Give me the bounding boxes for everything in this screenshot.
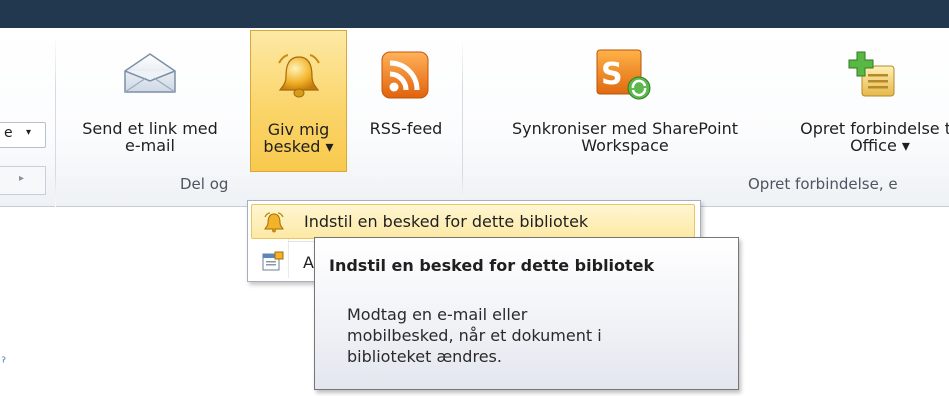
rss-feed-button[interactable]: RSS-feed [358,28,454,170]
tooltip: Indstil en besked for dette bibliotek Mo… [314,237,739,390]
menu-item-set-alert-library-label: Indstil en besked for dette bibliotek [304,212,589,231]
partial-dropdown-text: e [4,125,13,141]
top-navigation-bar [0,0,949,28]
tooltip-body: Modtag en e-mail eller mobilbesked, når … [347,304,717,367]
rss-label-line1: RSS-feed [369,119,443,138]
rss-label: RSS-feed [358,120,454,137]
connect-office-label-line1: Opret forbindelse til [800,119,949,138]
sync-label-line2: Workspace [581,136,669,155]
manage-alerts-icon [262,251,284,271]
sync-label-line1: Synkroniser med SharePoint [511,119,739,138]
partial-dropdown[interactable]: e ▾ [0,122,46,148]
sharepoint-workspace-icon: S [596,49,651,100]
svg-text:S: S [601,57,623,92]
send-link-label: Send et link med e-mail [60,120,240,154]
connect-office-label: Opret forbindelse til Office ▾ [782,120,949,154]
rss-icon [381,51,429,99]
send-link-label-line1: Send et link med [82,119,218,138]
bell-icon [264,212,284,233]
partial-ribbon-button[interactable]: ▸ [0,166,46,195]
send-link-email-button[interactable]: Send et link med e-mail [60,28,240,170]
connect-to-office-button[interactable]: Opret forbindelse til Office ▾ [778,28,949,170]
tooltip-title: Indstil en besked for dette bibliotek [329,256,655,275]
alert-me-label: Giv mig besked ▾ [251,121,346,155]
connect-office-icon [848,51,895,97]
alert-me-label-line2: besked ▾ [263,137,334,156]
arrow-right-icon: ▸ [19,173,25,184]
chevron-down-icon: ▾ [26,127,32,138]
connect-office-label-line2: Office ▾ [850,136,910,155]
tooltip-body-line3: biblioteket ændres. [347,347,502,366]
menu-item-set-alert-library[interactable]: Indstil en besked for dette bibliotek [251,204,695,239]
send-link-label-line2: e-mail [125,136,175,155]
sync-label: Synkroniser med SharePoint Workspace [472,120,778,154]
sync-sharepoint-workspace-button[interactable]: S Synkroniser med SharePoint Workspace [472,28,778,170]
menu-item-manage-alerts-label: A [303,253,314,272]
tooltip-body-line2: mobilbesked, når et dokument i [347,326,602,345]
group-separator [55,36,56,208]
group-label-connect: Opret forbindelse, e [748,175,898,193]
group-label-share: Del og [180,175,229,193]
bell-icon [278,54,320,98]
group-separator [462,36,463,208]
alert-me-button[interactable]: Giv mig besked ▾ [250,30,347,172]
envelope-icon [124,53,176,93]
tooltip-body-line1: Modtag en e-mail eller [347,305,528,324]
alert-me-label-line1: Giv mig [267,120,330,139]
partial-glyph: ˀ [1,355,7,371]
